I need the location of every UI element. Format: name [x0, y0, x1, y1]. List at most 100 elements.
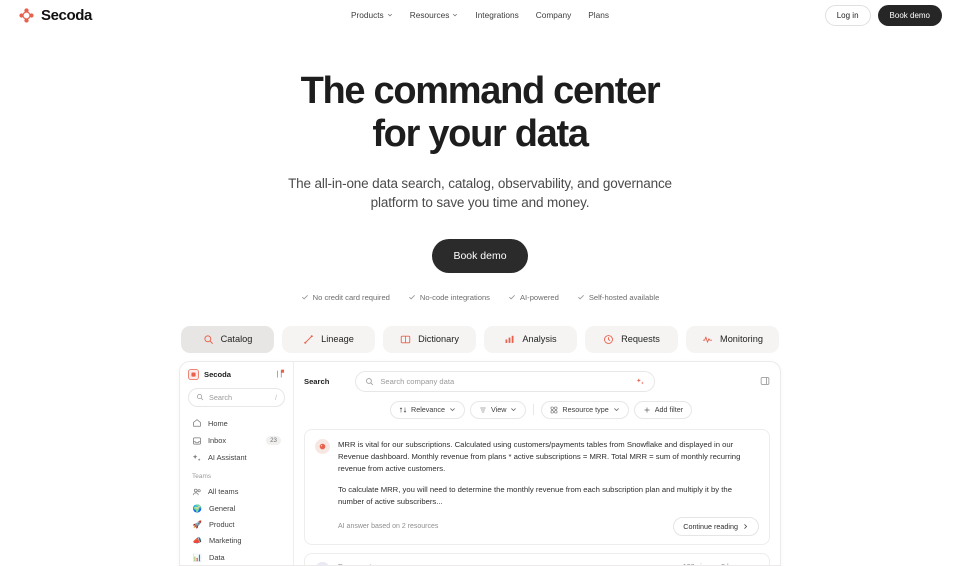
nav-links: Products Resources Integrations Company …	[351, 10, 609, 20]
sidebar-item-general-label: General	[209, 504, 235, 513]
sparkle-icon	[192, 453, 202, 463]
nav-link-products-label: Products	[351, 10, 384, 20]
chip-relevance[interactable]: Relevance	[390, 401, 465, 419]
sidebar-search-input[interactable]: Search /	[188, 388, 285, 407]
nav-link-resources[interactable]: Resources	[410, 10, 459, 20]
continue-reading-button[interactable]: Continue reading	[673, 517, 759, 536]
sidebar-item-all-teams[interactable]: All teams	[188, 483, 285, 500]
search-icon	[196, 393, 204, 401]
nav-link-integrations[interactable]: Integrations	[475, 10, 518, 20]
sort-icon	[399, 406, 407, 414]
home-icon	[192, 418, 202, 428]
document-meta: 128 views · 2 hours ago	[683, 562, 759, 565]
chevron-down-icon	[613, 406, 620, 413]
sidebar-item-home[interactable]: Home	[188, 415, 285, 432]
feature-check-label: No credit card required	[313, 293, 390, 302]
book-icon	[400, 334, 411, 345]
panel-toggle-icon[interactable]	[760, 376, 770, 386]
product-tabs: Catalog Lineage Dictionary Analysis Requ…	[0, 326, 960, 353]
tab-analysis[interactable]: Analysis	[484, 326, 577, 353]
brand-logo[interactable]: Secoda	[18, 7, 92, 24]
app-main-panel: Search Search company data	[294, 362, 780, 565]
lineage-icon	[303, 334, 314, 345]
ai-sparkle-icon[interactable]	[636, 377, 645, 386]
check-icon	[408, 293, 416, 301]
inbox-count-badge: 23	[266, 436, 281, 445]
tab-dictionary-label: Dictionary	[418, 334, 459, 344]
feature-check-label: No-code integrations	[420, 293, 490, 302]
inbox-icon	[192, 436, 202, 446]
chevron-down-icon	[510, 406, 517, 413]
chip-add-filter[interactable]: Add filter	[634, 401, 692, 419]
sidebar-item-data-label: Data	[209, 553, 225, 562]
nav-link-company-label: Company	[536, 10, 572, 20]
search-icon	[365, 377, 374, 386]
tab-lineage[interactable]: Lineage	[282, 326, 375, 353]
page-title-line-1: The command center	[0, 70, 960, 113]
sidebar-item-home-label: Home	[208, 419, 228, 428]
nav-link-integrations-label: Integrations	[475, 10, 518, 20]
search-input-placeholder: Search company data	[380, 377, 454, 386]
team-emoji-general: 🌍	[192, 504, 203, 513]
sidebar-search-placeholder: Search	[209, 393, 232, 402]
sidebar-item-general[interactable]: 🌍 General	[188, 501, 285, 517]
chip-resource-type[interactable]: Resource type	[541, 401, 628, 419]
continue-reading-label: Continue reading	[683, 522, 738, 531]
plus-icon	[643, 406, 651, 414]
sidebar-item-inbox[interactable]: Inbox 23	[188, 432, 285, 449]
app-preview: Secoda Search / Home Inbo	[179, 361, 781, 566]
chip-view[interactable]: View	[470, 401, 526, 419]
sidebar-item-all-teams-label: All teams	[208, 487, 238, 496]
nav-link-plans-label: Plans	[588, 10, 609, 20]
sidebar-workspace-header[interactable]: Secoda	[188, 369, 285, 380]
search-header: Search Search company data	[304, 371, 770, 392]
sidebar-item-data[interactable]: 📊 Data	[188, 549, 285, 565]
view-icon	[479, 406, 487, 414]
chip-view-label: View	[491, 405, 506, 414]
page-title-line-2: for your data	[0, 113, 960, 156]
nav-link-company[interactable]: Company	[536, 10, 572, 20]
tab-requests[interactable]: Requests	[585, 326, 678, 353]
sidebar-item-product[interactable]: 🚀 Product	[188, 517, 285, 533]
feature-check-label: AI-powered	[520, 293, 559, 302]
app-sidebar: Secoda Search / Home Inbo	[180, 362, 294, 565]
nav-link-plans[interactable]: Plans	[588, 10, 609, 20]
team-emoji-product: 🚀	[192, 520, 203, 529]
secoda-logo-icon	[18, 7, 35, 24]
sidebar-item-marketing-label: Marketing	[209, 536, 241, 545]
grid-icon	[550, 406, 558, 414]
nav-link-products[interactable]: Products	[351, 10, 393, 20]
chip-divider	[533, 404, 534, 415]
tab-catalog[interactable]: Catalog	[181, 326, 274, 353]
check-icon	[508, 293, 516, 301]
sidebar-item-product-label: Product	[209, 520, 234, 529]
book-demo-button-hero[interactable]: Book demo	[432, 239, 527, 273]
bar-chart-icon	[504, 334, 515, 345]
ai-avatar	[315, 439, 330, 454]
document-result-card[interactable]: Document 128 views · 2 hours ago Revenue	[304, 553, 770, 565]
sidebar-workspace-name: Secoda	[204, 370, 231, 379]
tab-dictionary[interactable]: Dictionary	[383, 326, 476, 353]
search-input[interactable]: Search company data	[355, 371, 655, 392]
sidebar-item-marketing[interactable]: 📣 Marketing	[188, 533, 285, 549]
ai-answer-paragraph-2: To calculate MRR, you will need to deter…	[338, 484, 759, 508]
tab-monitoring[interactable]: Monitoring	[686, 326, 779, 353]
sidebar-collapse-icon[interactable]	[275, 369, 285, 379]
login-button[interactable]: Log in	[825, 5, 871, 26]
book-demo-button-nav[interactable]: Book demo	[878, 5, 942, 26]
page-title: The command center for your data	[0, 70, 960, 157]
top-navigation: Secoda Products Resources Integrations C…	[0, 0, 960, 30]
chevron-down-icon	[387, 12, 393, 18]
chip-relevance-label: Relevance	[411, 405, 445, 414]
ai-answer-icon	[318, 442, 327, 451]
search-page-title: Search	[304, 377, 329, 386]
hero-subtitle-line-2: platform to save you time and money.	[0, 193, 960, 213]
tab-requests-label: Requests	[621, 334, 660, 344]
check-icon	[577, 293, 585, 301]
sidebar-section-teams: Teams	[188, 466, 285, 483]
feature-check-no-code: No-code integrations	[408, 293, 490, 302]
tab-analysis-label: Analysis	[522, 334, 556, 344]
secoda-workspace-icon	[188, 369, 199, 380]
users-icon	[192, 487, 202, 497]
sidebar-item-ai-assistant[interactable]: AI Assistant	[188, 449, 285, 466]
